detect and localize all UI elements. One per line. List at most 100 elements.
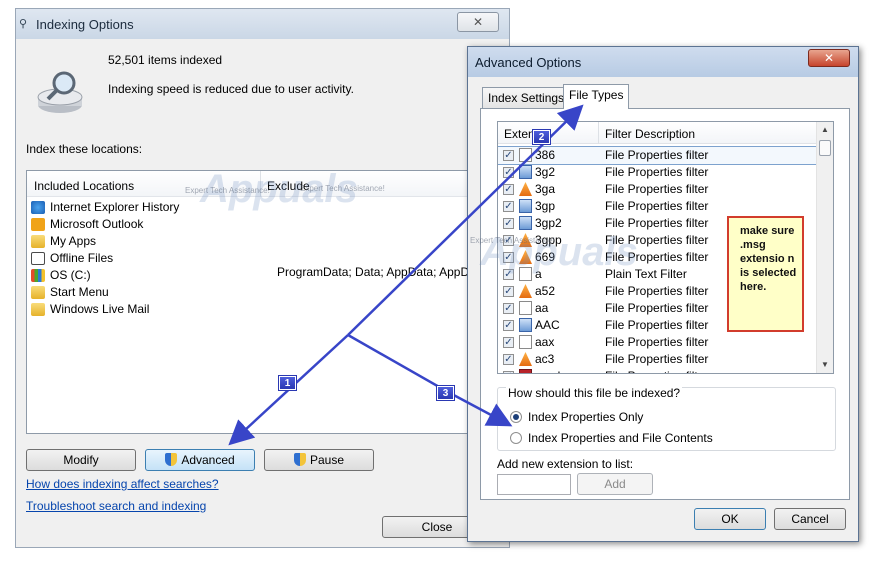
file-type-row[interactable]: ✓ 386 File Properties filter — [498, 146, 819, 165]
file-type-row[interactable]: ✓ aax File Properties filter — [498, 334, 818, 351]
tab-file-types[interactable]: File Types — [563, 84, 630, 109]
file-extension: aax — [535, 335, 555, 349]
outlook-icon — [31, 218, 45, 231]
modify-button[interactable]: Modify — [26, 449, 136, 471]
filter-description: File Properties filter — [605, 182, 709, 196]
location-item[interactable]: Windows Live Mail — [31, 301, 179, 318]
scroll-thumb[interactable] — [819, 140, 831, 156]
filter-description: File Properties filter — [605, 318, 709, 332]
file-extension: 386 — [535, 148, 556, 162]
cancel-button[interactable]: Cancel — [774, 508, 846, 530]
location-item[interactable]: OS (C:) — [31, 267, 179, 284]
ok-button[interactable]: OK — [694, 508, 766, 530]
step-3-badge: 3 — [437, 386, 454, 400]
file-types-scrollbar[interactable]: ▲ ▼ — [816, 122, 833, 373]
file-type-checkbox[interactable]: ✓ — [503, 167, 514, 178]
advanced-titlebar: Advanced Options ✕ — [468, 47, 858, 77]
file-type-icon — [519, 182, 532, 196]
file-type-icon — [519, 352, 532, 366]
os-exclusions: ProgramData; Data; AppData; AppData; — [277, 265, 490, 279]
filter-description: File Properties filter — [605, 165, 709, 179]
index-properties-only-label[interactable]: Index Properties Only — [528, 410, 643, 424]
drive-search-icon — [37, 71, 83, 113]
filter-description: File Properties filter — [605, 352, 709, 366]
index-properties-contents-radio[interactable] — [510, 432, 522, 444]
file-type-checkbox[interactable]: ✓ — [503, 150, 514, 161]
file-type-checkbox[interactable]: ✓ — [503, 201, 514, 212]
file-type-row[interactable]: ✓ ac3 File Properties filter — [498, 351, 818, 368]
uac-shield-icon — [293, 453, 306, 466]
step-1-badge: 1 — [279, 376, 296, 390]
folder-icon — [31, 303, 45, 316]
file-type-row[interactable]: ✓ 3gp File Properties filter — [498, 198, 818, 215]
indexing-close-icon[interactable]: ✕ — [457, 12, 499, 32]
indexing-app-icon: ⚲ — [19, 18, 28, 30]
file-type-row[interactable]: ✓ 3ga File Properties filter — [498, 181, 818, 198]
index-properties-contents-label[interactable]: Index Properties and File Contents — [528, 431, 713, 445]
add-extension-button[interactable]: Add — [577, 473, 653, 495]
file-type-checkbox[interactable]: ✓ — [503, 184, 514, 195]
file-type-icon — [519, 335, 532, 349]
filter-description: File Properties filter — [605, 199, 709, 213]
advanced-title: Advanced Options — [475, 55, 582, 70]
location-item[interactable]: Offline Files — [31, 250, 179, 267]
filter-description: File Properties filter — [605, 148, 709, 162]
advanced-close-icon[interactable]: ✕ — [808, 49, 850, 67]
file-extension: accda — [535, 368, 567, 373]
index-method-question: How should this file be indexed? — [506, 386, 683, 400]
file-type-checkbox[interactable]: ✓ — [503, 320, 514, 331]
uac-shield-icon — [165, 453, 178, 466]
location-item[interactable]: My Apps — [31, 233, 179, 250]
indexing-help-link[interactable]: How does indexing affect searches? — [26, 477, 219, 491]
offline-files-icon — [31, 252, 45, 265]
index-properties-only-radio[interactable] — [510, 411, 522, 423]
location-item[interactable]: Microsoft Outlook — [31, 216, 179, 233]
file-type-checkbox[interactable]: ✓ — [503, 303, 514, 314]
file-extension: 3gp — [535, 199, 556, 213]
file-type-icon — [519, 216, 532, 230]
watermark-tagline: Expert Tech Assistance! — [185, 186, 270, 195]
file-type-icon — [519, 199, 532, 213]
folder-icon — [31, 286, 45, 299]
location-item[interactable]: Start Menu — [31, 284, 179, 301]
add-extension-input[interactable] — [497, 474, 571, 495]
file-type-icon — [519, 148, 532, 162]
file-type-checkbox[interactable]: ✓ — [503, 286, 514, 297]
filter-description: File Properties filter — [605, 335, 709, 349]
file-type-icon — [519, 284, 532, 298]
pause-button[interactable]: Pause — [264, 449, 374, 471]
file-extension: 3g2 — [535, 165, 556, 179]
troubleshoot-link[interactable]: Troubleshoot search and indexing — [26, 499, 206, 513]
items-indexed-count: 52,501 items indexed — [108, 53, 223, 67]
file-extension: a52 — [535, 284, 556, 298]
index-method-group: How should this file be indexed? Index P… — [497, 386, 836, 451]
indexing-title: Indexing Options — [36, 17, 134, 32]
locations-list: Internet Explorer History Microsoft Outl… — [31, 199, 179, 318]
file-type-checkbox[interactable]: ✓ — [503, 371, 514, 373]
scroll-up-icon[interactable]: ▲ — [817, 123, 833, 137]
filter-description-column-header[interactable]: Filter Description — [605, 127, 695, 141]
tab-index-settings[interactable]: Index Settings — [482, 87, 571, 109]
scroll-down-icon[interactable]: ▼ — [817, 358, 833, 372]
file-type-checkbox[interactable]: ✓ — [503, 218, 514, 229]
file-type-icon — [519, 301, 532, 315]
location-item[interactable]: Internet Explorer History — [31, 199, 179, 216]
file-type-checkbox[interactable]: ✓ — [503, 337, 514, 348]
add-extension-label: Add new extension to list: — [497, 457, 634, 471]
file-extension: AAC — [535, 318, 560, 332]
file-type-row[interactable]: ✓ 3g2 File Properties filter — [498, 164, 818, 181]
filter-description: File Properties filter — [605, 368, 708, 373]
instruction-note: make sure .msg extensio n is selected he… — [727, 216, 804, 332]
indexing-titlebar: ⚲ Indexing Options ✕ — [16, 9, 509, 39]
file-type-icon — [519, 369, 532, 373]
file-type-icon — [519, 318, 532, 332]
indexing-options-window: ⚲ Indexing Options ✕ 52,501 items indexe… — [15, 8, 511, 548]
included-locations-header[interactable]: Included Locations — [34, 179, 134, 193]
file-type-row[interactable]: ✓ accda File Properties filter — [498, 368, 818, 373]
ie-history-icon — [31, 201, 45, 214]
folder-icon — [31, 235, 45, 248]
file-type-checkbox[interactable]: ✓ — [503, 354, 514, 365]
advanced-button[interactable]: Advanced — [145, 449, 255, 471]
file-extension: aa — [535, 301, 549, 315]
watermark-tagline: Expert Tech Assistance! — [300, 184, 385, 193]
